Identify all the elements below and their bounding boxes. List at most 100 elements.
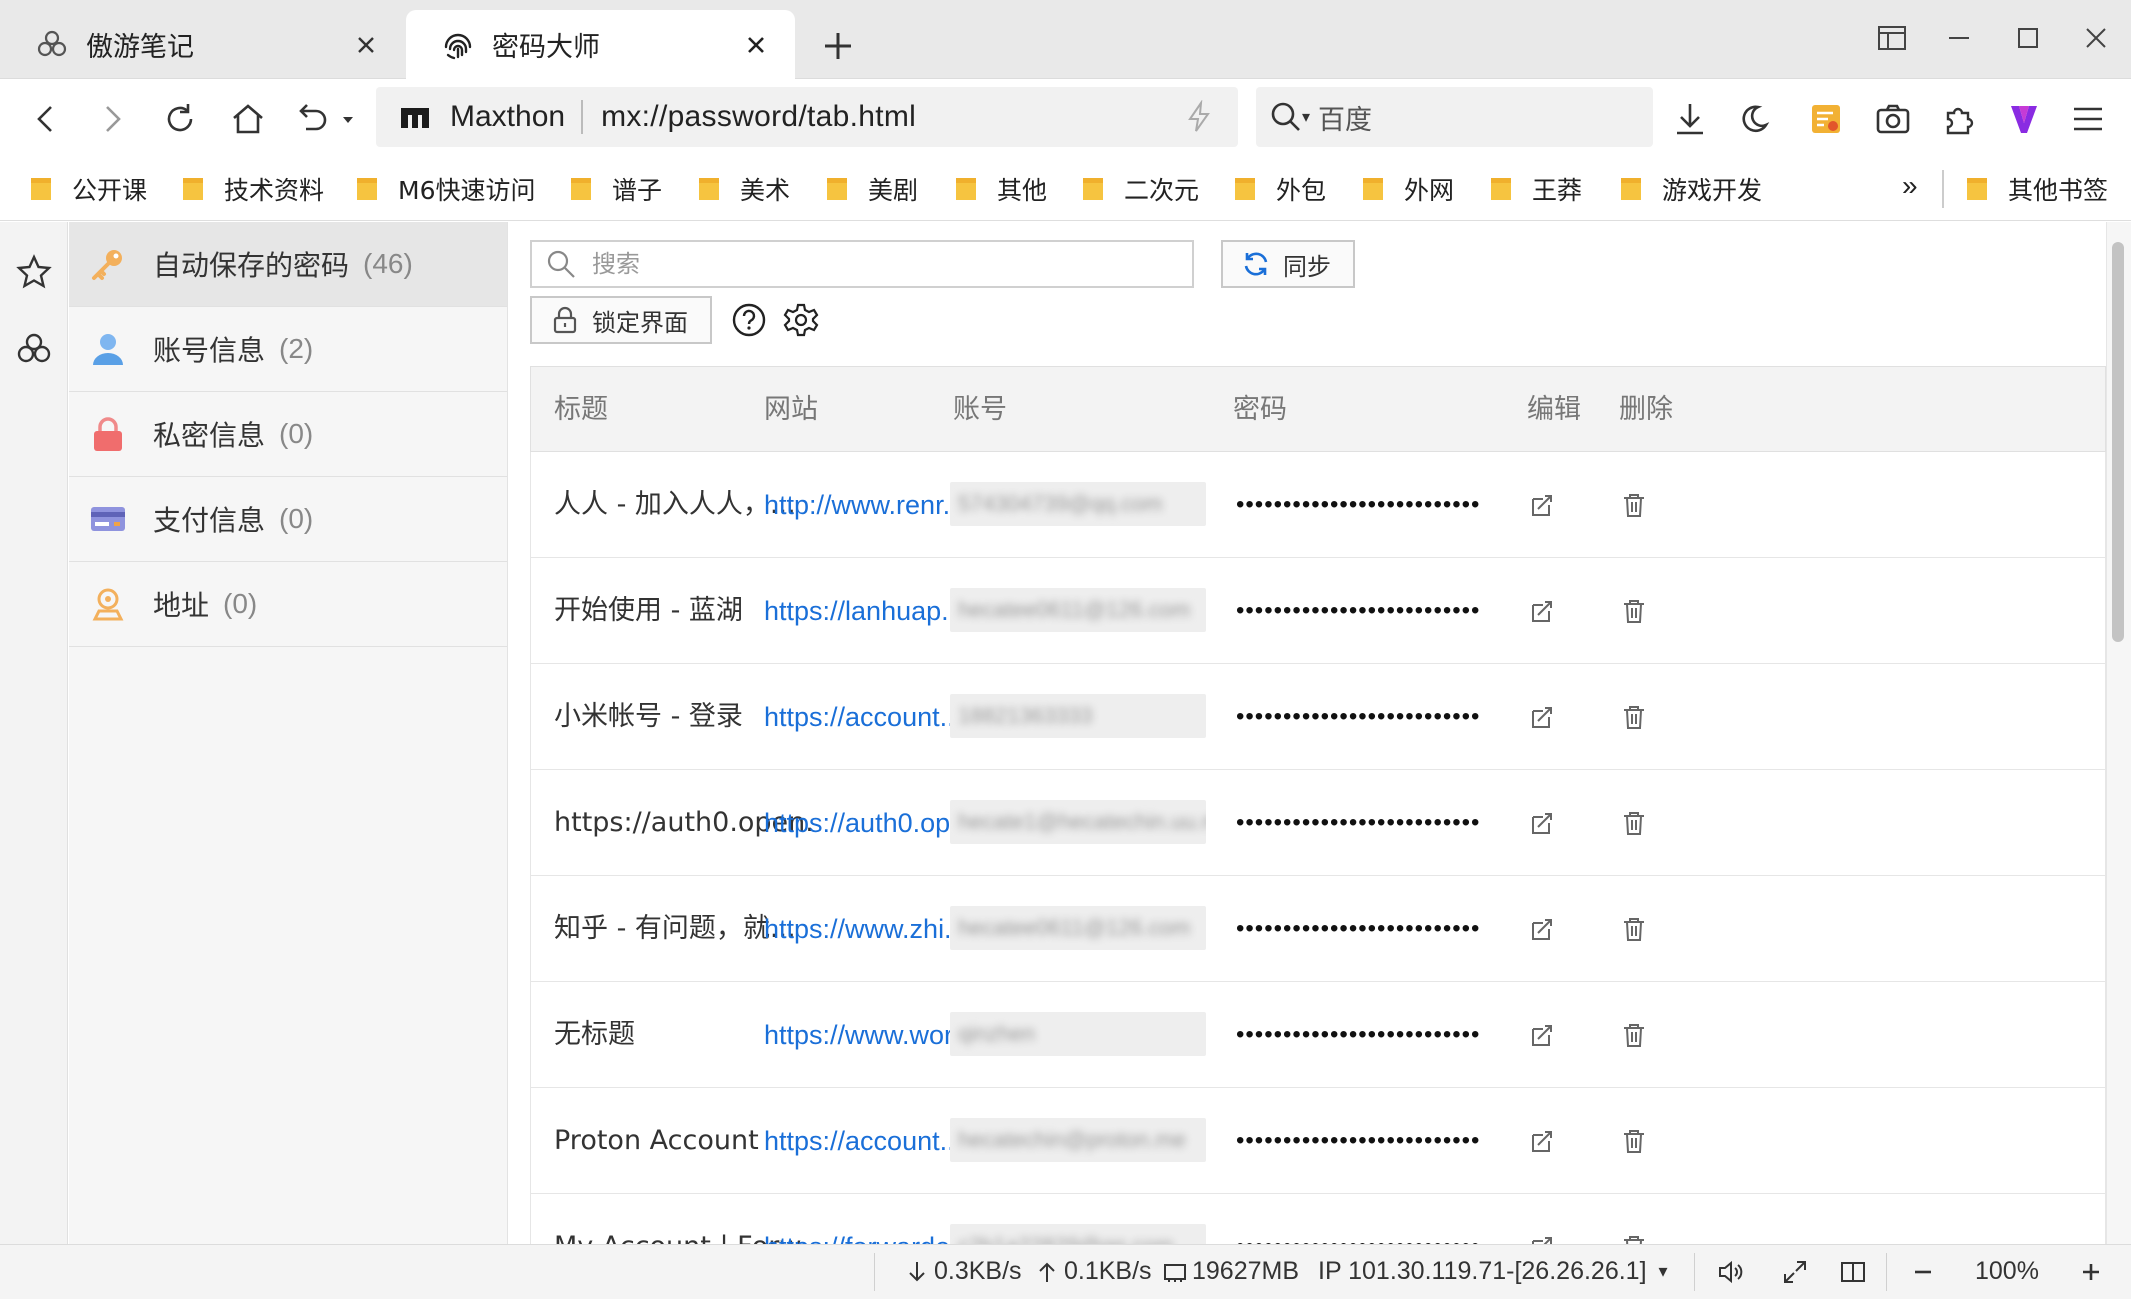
edit-icon[interactable] — [1528, 597, 1556, 625]
status-divider — [1886, 1253, 1887, 1291]
address-bar[interactable]: Maxthon mx://password/tab.html — [376, 87, 1238, 147]
edit-icon[interactable] — [1528, 1233, 1556, 1244]
header-title: 标题 — [554, 394, 608, 425]
table-row[interactable]: 人人 - 加入人人，... http://www.renr... 574304739… — [530, 452, 2106, 558]
zoom-in-icon[interactable] — [2076, 1257, 2106, 1287]
edit-icon[interactable] — [1528, 809, 1556, 837]
sidebar-layout-icon[interactable] — [1874, 20, 1910, 56]
status-divider — [1694, 1253, 1695, 1291]
maxthon-note-icon[interactable] — [14, 330, 54, 370]
lock-interface-button[interactable]: 锁定界面 — [530, 296, 712, 344]
table-row[interactable]: My Account | Forw...https://forwarde...c… — [530, 1194, 2106, 1244]
sync-button[interactable]: 同步 — [1221, 240, 1355, 288]
table-row[interactable]: 知乎 - 有问题，就... https://www.zhi... hecatee06… — [530, 876, 2106, 982]
bookmark-folder[interactable]: 二次元 — [1082, 169, 1199, 209]
trash-icon[interactable] — [1621, 809, 1647, 837]
trash-icon[interactable] — [1621, 1021, 1647, 1049]
bookmark-folder[interactable]: 外包 — [1234, 169, 1326, 209]
scrollbar-thumb[interactable] — [2112, 242, 2124, 642]
bookmark-folder[interactable]: 游戏开发 — [1620, 169, 1762, 209]
edit-icon[interactable] — [1528, 1127, 1556, 1155]
menu-icon[interactable] — [2068, 99, 2108, 139]
row-account-blurred: 574304739@qq.com — [950, 482, 1206, 526]
scrollbar[interactable] — [2106, 222, 2131, 1244]
bookmark-label: 王莽 — [1532, 176, 1583, 205]
bookmark-folder[interactable]: M6快速访问 — [356, 169, 535, 209]
vivaldi-v-icon[interactable] — [2004, 99, 2044, 139]
volume-icon[interactable] — [1716, 1257, 1746, 1287]
screenshot-icon[interactable] — [1873, 99, 1913, 139]
search-icon — [1271, 102, 1300, 131]
bookmark-folder[interactable]: 技术资料 — [182, 169, 324, 209]
close-icon[interactable] — [741, 30, 771, 60]
night-mode-icon[interactable] — [1738, 99, 1778, 139]
category-payment[interactable]: 支付信息 (0) — [69, 477, 507, 562]
upload-speed-value: 0.1KB/s — [1064, 1257, 1152, 1285]
bookmark-folder[interactable]: 外网 — [1362, 169, 1454, 209]
tab-title: 密码大师 — [492, 32, 600, 63]
bookmark-folder[interactable]: 其他 — [955, 169, 1047, 209]
bookmarks-overflow[interactable]: » — [1902, 170, 1918, 202]
chevron-down-icon[interactable] — [338, 99, 358, 139]
bookmark-folder[interactable]: 美剧 — [826, 169, 918, 209]
category-address[interactable]: 地址 (0) — [69, 562, 507, 647]
table-row[interactable]: 开始使用 - 蓝湖 https://lanhuap... hecatee0611@1… — [530, 558, 2106, 664]
edit-icon[interactable] — [1528, 1021, 1556, 1049]
search-engine-box[interactable]: ▾ 百度 — [1256, 87, 1653, 147]
folder-icon — [1083, 178, 1103, 200]
row-password: •••••••••••••••••••••••••• — [1236, 1021, 1481, 1048]
undo-close-icon[interactable] — [292, 99, 332, 139]
back-icon[interactable] — [26, 99, 66, 139]
extensions-icon[interactable] — [1940, 99, 1980, 139]
row-account-blurred: qinzhen — [950, 1012, 1206, 1056]
trash-icon[interactable] — [1621, 491, 1647, 519]
table-row[interactable]: https://auth0.open... https://auth0.op...… — [530, 770, 2106, 876]
bookmark-folder[interactable]: 公开课 — [30, 169, 147, 209]
chevron-down-icon[interactable]: ▾ — [1659, 1261, 1668, 1282]
bookmark-folder[interactable]: 谱子 — [570, 169, 662, 209]
help-icon[interactable] — [731, 302, 767, 338]
tab-password-master[interactable]: 密码大师 — [406, 10, 795, 79]
lightning-icon[interactable] — [1182, 100, 1216, 134]
table-body: 人人 - 加入人人，... http://www.renr... 574304739… — [530, 452, 2106, 1244]
tab-notes[interactable]: 傲游笔记 — [0, 10, 405, 79]
minimize-icon[interactable] — [1941, 20, 1977, 56]
reload-icon[interactable] — [160, 99, 200, 139]
table-row[interactable]: 无标题 https://www.wor... qinzhen ••••••••••••… — [530, 982, 2106, 1088]
edit-icon[interactable] — [1528, 915, 1556, 943]
home-icon[interactable] — [228, 99, 268, 139]
trash-icon[interactable] — [1621, 597, 1647, 625]
notes-icon[interactable] — [1806, 99, 1846, 139]
trash-icon[interactable] — [1621, 915, 1647, 943]
category-accounts[interactable]: 账号信息 (2) — [69, 307, 507, 392]
trash-icon[interactable] — [1621, 1127, 1647, 1155]
table-row[interactable]: Proton Account https://account.... hecatec… — [530, 1088, 2106, 1194]
ip-info[interactable]: IP 101.30.119.71-[26.26.26.1] ▾ — [1318, 1257, 1668, 1286]
download-icon[interactable] — [1670, 99, 1710, 139]
trash-icon[interactable] — [1621, 703, 1647, 731]
close-window-icon[interactable] — [2078, 20, 2114, 56]
trash-icon[interactable] — [1621, 1233, 1647, 1244]
chevron-down-icon[interactable]: ▾ — [1302, 107, 1310, 127]
url-text[interactable]: mx://password/tab.html — [601, 100, 916, 134]
edit-icon[interactable] — [1528, 703, 1556, 731]
bookmark-folder[interactable]: 美术 — [698, 169, 790, 209]
search-input[interactable] — [590, 249, 1170, 279]
forward-icon[interactable] — [92, 99, 132, 139]
favorites-star-icon[interactable] — [14, 252, 54, 292]
table-row[interactable]: 小米帐号 - 登录 https://account.... 18821363333 •… — [530, 664, 2106, 770]
password-search[interactable] — [530, 240, 1194, 288]
category-auto-saved[interactable]: 自动保存的密码 (46) — [69, 222, 507, 307]
close-icon[interactable] — [351, 30, 381, 60]
zoom-out-icon[interactable] — [1908, 1257, 1938, 1287]
maximize-icon[interactable] — [2010, 20, 2046, 56]
edit-icon[interactable] — [1528, 491, 1556, 519]
fullscreen-icon[interactable] — [1780, 1257, 1810, 1287]
bookmark-label: 公开课 — [72, 176, 148, 205]
new-tab-icon[interactable] — [820, 28, 856, 64]
split-view-icon[interactable] — [1838, 1257, 1868, 1287]
settings-gear-icon[interactable] — [783, 302, 819, 338]
bookmark-folder[interactable]: 王莽 — [1490, 169, 1582, 209]
category-private[interactable]: 私密信息 (0) — [69, 392, 507, 477]
bookmark-other[interactable]: 其他书签 — [1966, 169, 2108, 209]
